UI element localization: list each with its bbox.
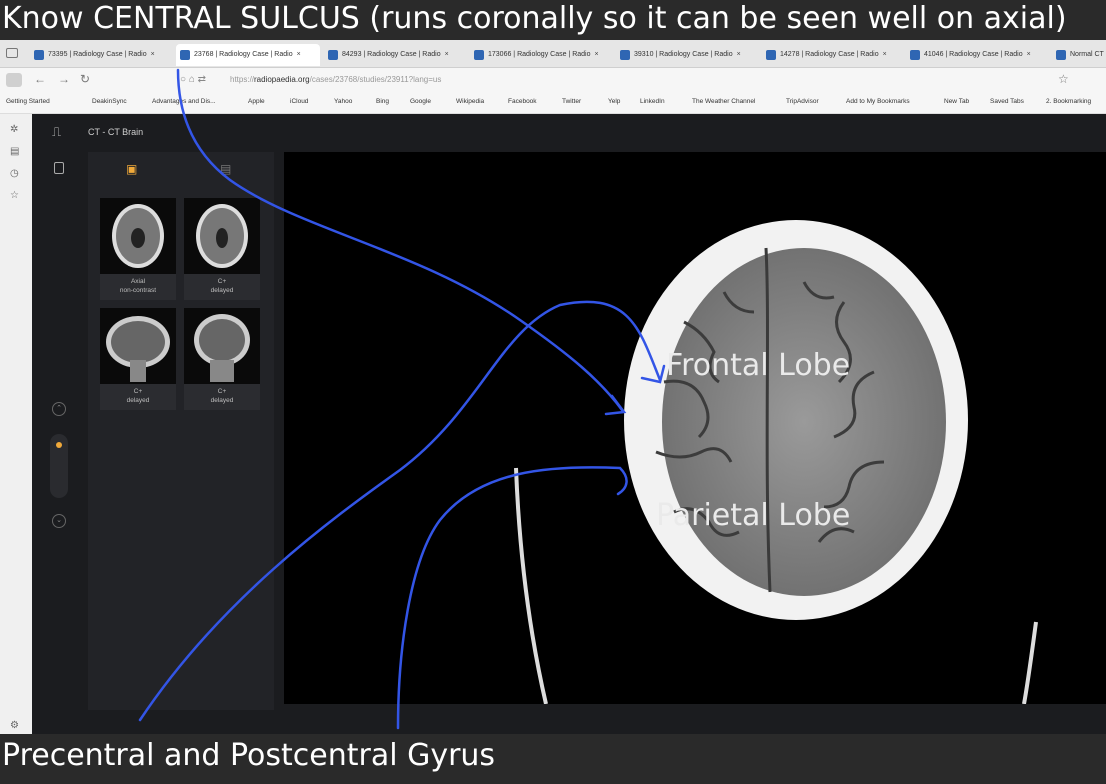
radiopaedia-favicon-icon [1056,50,1066,60]
forward-arrow-icon[interactable]: → [58,72,70,86]
series-thumbnail[interactable]: C+ delayed [100,308,176,410]
series-thumbnail[interactable]: Axial non-contrast [100,198,176,300]
bookmark-item[interactable]: Yelp [608,98,620,105]
series-thumbnail[interactable]: C+ delayed [184,308,260,410]
bookmark-item[interactable]: Saved Tabs [990,98,1024,105]
ai-sparkle-icon[interactable]: ✲ [10,124,18,135]
browser-tab[interactable]: Normal CT [1052,44,1106,66]
bookmark-item[interactable]: Facebook [508,98,537,105]
bookmark-item[interactable]: Google [410,98,431,105]
clipboard-icon[interactable] [54,162,64,174]
close-tab-icon[interactable]: × [297,51,301,58]
history-clock-icon[interactable]: ◷ [10,168,19,179]
frontal-lobe-label: Frontal Lobe [666,348,851,383]
top-caption: Know CENTRAL SULCUS (runs coronally so i… [0,0,1106,40]
browser-tab[interactable]: 41046 | Radiology Case | Radio × [906,44,1050,66]
tab-overview-icon[interactable] [6,48,18,58]
case-viewer-app: ⎍ CT - CT Brain ▣ ▤ Axial non-contrast C+… [32,114,1106,734]
close-tab-icon[interactable]: × [1027,51,1031,58]
sagittal-brain-thumbnail [100,308,176,384]
radiopaedia-favicon-icon [910,50,920,60]
axial-brain-thumbnail [100,198,176,274]
address-bar: ← → ↻ ○ ⌂ ⇄ https://radiopaedia.org/case… [0,68,1106,94]
radiopaedia-favicon-icon [180,50,190,60]
axial-brain-thumbnail [184,198,260,274]
parietal-lobe-label: Parietal Lobe [656,498,851,533]
browser-tab[interactable]: 173066 | Radiology Case | Radio × [470,44,614,66]
exit-viewer-icon[interactable]: ⎍ [52,124,61,140]
scroll-down-icon[interactable]: ⌄ [52,514,66,528]
coronal-brain-thumbnail [184,308,260,384]
image-viewport[interactable] [284,152,1106,704]
settings-gear-icon[interactable]: ⚙ [10,720,19,731]
bookmark-item[interactable]: Bing [376,98,389,105]
viewer-topbar: ⎍ CT - CT Brain [32,114,1106,152]
bookmark-item[interactable]: Advantages and Dis... [152,98,216,105]
brain-parenchyma [662,248,946,596]
series-thumbnail-panel: ▣ ▤ Axial non-contrast C+ delayed C+ delaye… [88,152,274,710]
browser-tab[interactable]: 73395 | Radiology Case | Radio × [30,44,172,66]
back-arrow-icon[interactable]: ← [34,72,46,86]
reading-list-icon[interactable]: ▤ [10,146,19,157]
radiopaedia-favicon-icon [620,50,630,60]
scroll-up-icon[interactable]: ⌃ [52,402,66,416]
images-tab-icon[interactable]: ▣ [126,162,137,176]
radiopaedia-favicon-icon [34,50,44,60]
bookmark-item[interactable]: Yahoo [334,98,352,105]
radiopaedia-favicon-icon [328,50,338,60]
findings-tab-icon[interactable]: ▤ [220,162,231,176]
bookmark-star-icon[interactable]: ☆ [1058,72,1069,86]
favorites-star-icon[interactable]: ☆ [10,190,19,201]
reload-icon[interactable]: ↻ [80,72,90,86]
bookmarks-bar: Getting Started DeakinSync Advantages an… [0,94,1106,114]
browser-tab[interactable]: 39310 | Radiology Case | Radio × [616,44,758,66]
screen-recording: 73395 | Radiology Case | Radio × 23768 | … [0,40,1106,734]
study-title: CT - CT Brain [88,127,144,137]
close-tab-icon[interactable]: × [883,51,887,58]
bookmark-item[interactable]: The Weather Channel [692,98,755,105]
bookmark-item[interactable]: DeakinSync [92,98,127,105]
sidebar-toggle-icon[interactable] [6,73,22,87]
bookmark-item[interactable]: Add to My Bookmarks [846,98,910,105]
close-tab-icon[interactable]: × [445,51,449,58]
close-tab-icon[interactable]: × [151,51,155,58]
series-scrollbar[interactable] [50,434,68,498]
close-tab-icon[interactable]: × [594,51,598,58]
series-thumbnail[interactable]: C+ delayed [184,198,260,300]
close-tab-icon[interactable]: × [737,51,741,58]
bookmark-item[interactable]: TripAdvisor [786,98,819,105]
bookmark-item[interactable]: New Tab [944,98,969,105]
browser-sidebar: ✲ ▤ ◷ ☆ ⚙ [0,114,32,734]
radiopaedia-favicon-icon [474,50,484,60]
browser-tab-active[interactable]: 23768 | Radiology Case | Radio × [176,44,320,66]
browser-tab[interactable]: 84293 | Radiology Case | Radio × [324,44,466,66]
bookmark-item[interactable]: iCloud [290,98,308,105]
bookmark-item[interactable]: Twitter [562,98,581,105]
bookmark-item[interactable]: 2. Bookmarking [1046,98,1091,105]
bookmark-item[interactable]: Getting Started [6,98,50,105]
bookmark-item[interactable]: Apple [248,98,265,105]
lock-icon: ○ ⌂ ⇄ [180,74,207,85]
browser-tab-bar: 73395 | Radiology Case | Radio × 23768 | … [0,40,1106,68]
browser-tab[interactable]: 14278 | Radiology Case | Radio × [762,44,904,66]
bookmark-item[interactable]: LinkedIn [640,98,665,105]
axial-ct-image [514,220,1038,704]
url-field[interactable]: https://radiopaedia.org/cases/23768/stud… [230,75,441,84]
bottom-caption: Precentral and Postcentral Gyrus [0,734,1106,784]
scroll-position-dot [56,442,62,448]
radiopaedia-favicon-icon [766,50,776,60]
bookmark-item[interactable]: Wikipedia [456,98,484,105]
